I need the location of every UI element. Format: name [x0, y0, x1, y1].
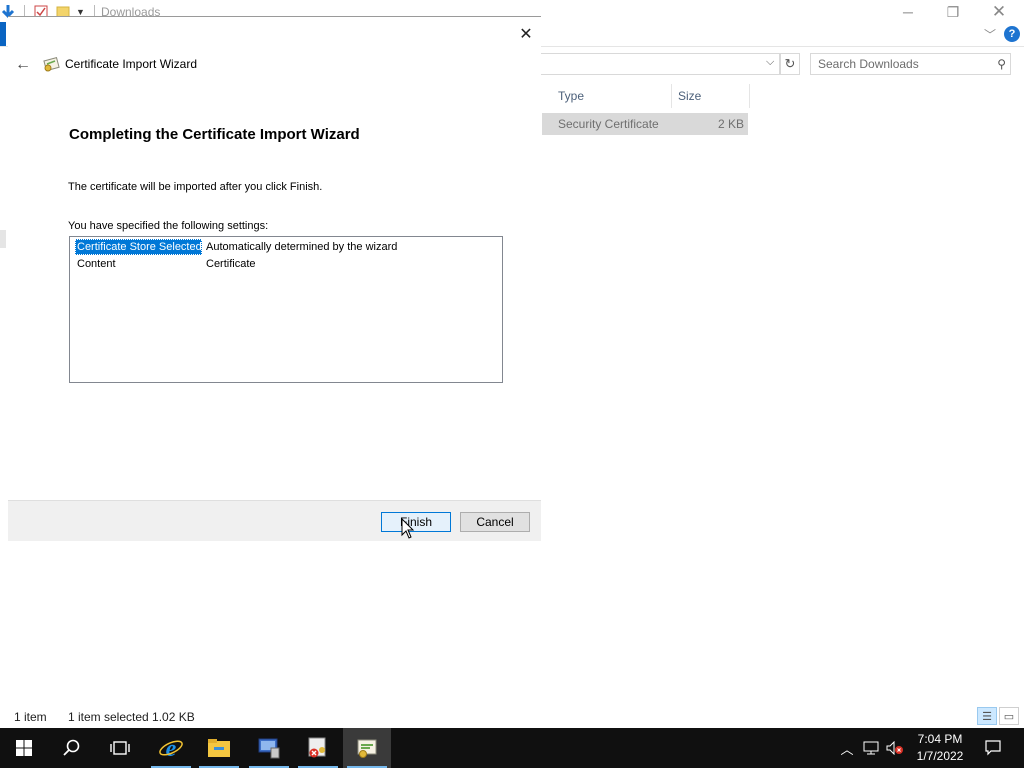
search-icon[interactable] — [48, 728, 96, 768]
windows-start-icon[interactable] — [0, 728, 48, 768]
settings-key: Content — [77, 258, 116, 270]
settings-value: Certificate — [206, 258, 256, 270]
ribbon-file-tab[interactable] — [0, 22, 6, 46]
network-icon[interactable] — [862, 738, 880, 758]
wizard-title: Certificate Import Wizard — [65, 57, 198, 71]
page-heading: Completing the Certificate Import Wizard — [69, 126, 360, 143]
search-icon[interactable]: ⚲ — [997, 57, 1006, 71]
certificate-import-wizard-dialog: ✕ ← Certificate Import Wizard Completing… — [8, 16, 541, 541]
completion-description: The certificate will be imported after y… — [68, 181, 323, 193]
search-input[interactable] — [814, 56, 984, 72]
finish-button[interactable]: Finish — [381, 512, 451, 532]
settings-value: Automatically determined by the wizard — [206, 241, 398, 253]
large-icons-view-icon[interactable]: ▭ — [999, 707, 1019, 725]
certificate-manager-icon[interactable] — [294, 728, 342, 768]
file-size: 2 KB — [717, 117, 744, 131]
status-selection: 1 item selected 1.02 KB — [68, 710, 195, 724]
system-clock[interactable]: 7:04 PM 1/7/2022 — [910, 731, 970, 765]
chevron-up-icon[interactable]: ︿ — [838, 738, 856, 758]
help-icon[interactable]: ? — [1004, 26, 1020, 42]
internet-explorer-icon[interactable]: e — [147, 728, 195, 768]
close-icon[interactable]: ✕ — [512, 22, 540, 46]
back-arrow-icon[interactable]: ← — [12, 55, 34, 75]
file-explorer-icon[interactable] — [195, 728, 243, 768]
settings-key: Certificate Store Selected — [75, 239, 202, 255]
server-manager-icon[interactable] — [245, 728, 293, 768]
settings-row[interactable]: Certificate Store Selected Automatically… — [75, 239, 397, 255]
restore-button[interactable]: ❐ — [930, 0, 976, 24]
file-row[interactable]: Security Certificate 2 KB — [542, 113, 748, 135]
refresh-button[interactable]: ↻ — [780, 53, 800, 75]
settings-row[interactable]: Content Certificate — [75, 256, 256, 272]
close-window-button[interactable]: ✕ — [976, 0, 1022, 24]
expand-ribbon-chevron-icon[interactable]: ﹀ — [984, 26, 996, 43]
notification-icon[interactable] — [976, 728, 1010, 768]
certificate-icon — [43, 55, 61, 73]
svg-text:e: e — [166, 736, 177, 761]
column-header-size[interactable]: Size — [672, 84, 750, 108]
address-bar[interactable] — [540, 53, 780, 75]
column-header-type[interactable]: Type — [552, 84, 672, 108]
address-history-chevron-icon[interactable]: ⌵ — [766, 56, 774, 69]
status-bar: 1 item 1 item selected 1.02 KB — [0, 706, 1024, 728]
minimize-button[interactable]: ─ — [885, 0, 931, 24]
settings-list[interactable]: Certificate Store Selected Automatically… — [69, 236, 503, 383]
status-item-count: 1 item — [14, 710, 47, 724]
mouse-cursor-icon — [401, 518, 415, 539]
settings-label: You have specified the following setting… — [68, 220, 269, 232]
task-view-icon[interactable] — [96, 728, 144, 768]
taskbar: e ︿ 7:04 PM 1/7/2022 — [0, 728, 1024, 768]
search-box[interactable]: ⚲ — [810, 53, 1011, 75]
wizard-footer: Finish Cancel — [8, 500, 541, 541]
cancel-button[interactable]: Cancel — [460, 512, 530, 532]
file-type: Security Certificate — [558, 117, 659, 131]
certificate-wizard-icon[interactable] — [343, 728, 391, 768]
volume-muted-icon[interactable] — [886, 738, 904, 758]
clock-date: 1/7/2022 — [916, 749, 964, 763]
clock-time: 7:04 PM — [917, 732, 963, 746]
navigation-pane-edge — [0, 230, 6, 248]
details-view-icon[interactable]: ☰ — [977, 707, 997, 725]
